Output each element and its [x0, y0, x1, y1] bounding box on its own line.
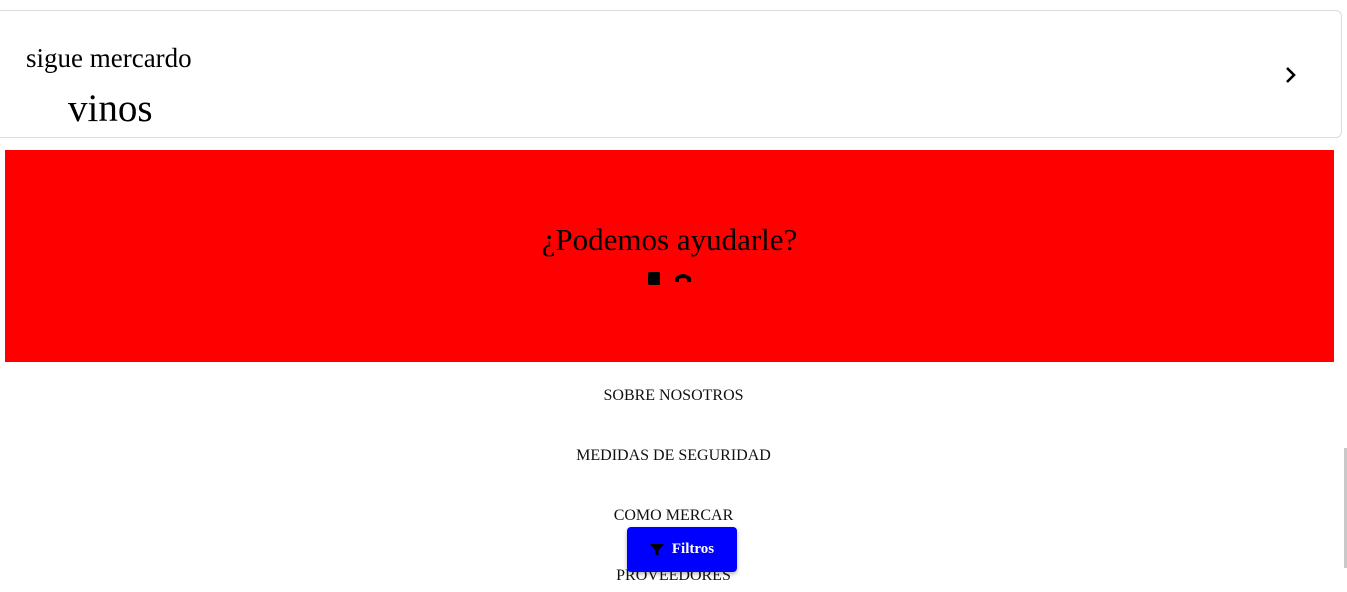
chevron-right-icon[interactable] [1282, 66, 1300, 84]
footer-link-medidas-de-seguridad[interactable]: MEDIDAS DE SEGURIDAD [0, 446, 1347, 466]
filter-button-label: Filtros [671, 541, 715, 557]
category-card-vinos[interactable]: sigue mercardo vinos [0, 10, 1342, 138]
card-title: vinos [68, 87, 153, 130]
footer-link-como-mercar[interactable]: COMO MERCAR [0, 506, 1347, 526]
card-subtitle: sigue mercardo [26, 43, 192, 73]
help-banner: ¿Podemos ayudarle? [5, 150, 1334, 362]
chat-icon[interactable] [647, 271, 661, 285]
filter-icon [649, 543, 664, 556]
help-icons [5, 271, 1334, 285]
page: sigue mercardo vinos ¿Podemos ayudarle? … [0, 0, 1347, 592]
filter-button[interactable]: Filtros [627, 527, 737, 572]
footer-link-sobre-nosotros[interactable]: SOBRE NOSOTROS [0, 386, 1347, 406]
help-title: ¿Podemos ayudarle? [541, 222, 798, 257]
phone-icon[interactable] [674, 271, 692, 285]
